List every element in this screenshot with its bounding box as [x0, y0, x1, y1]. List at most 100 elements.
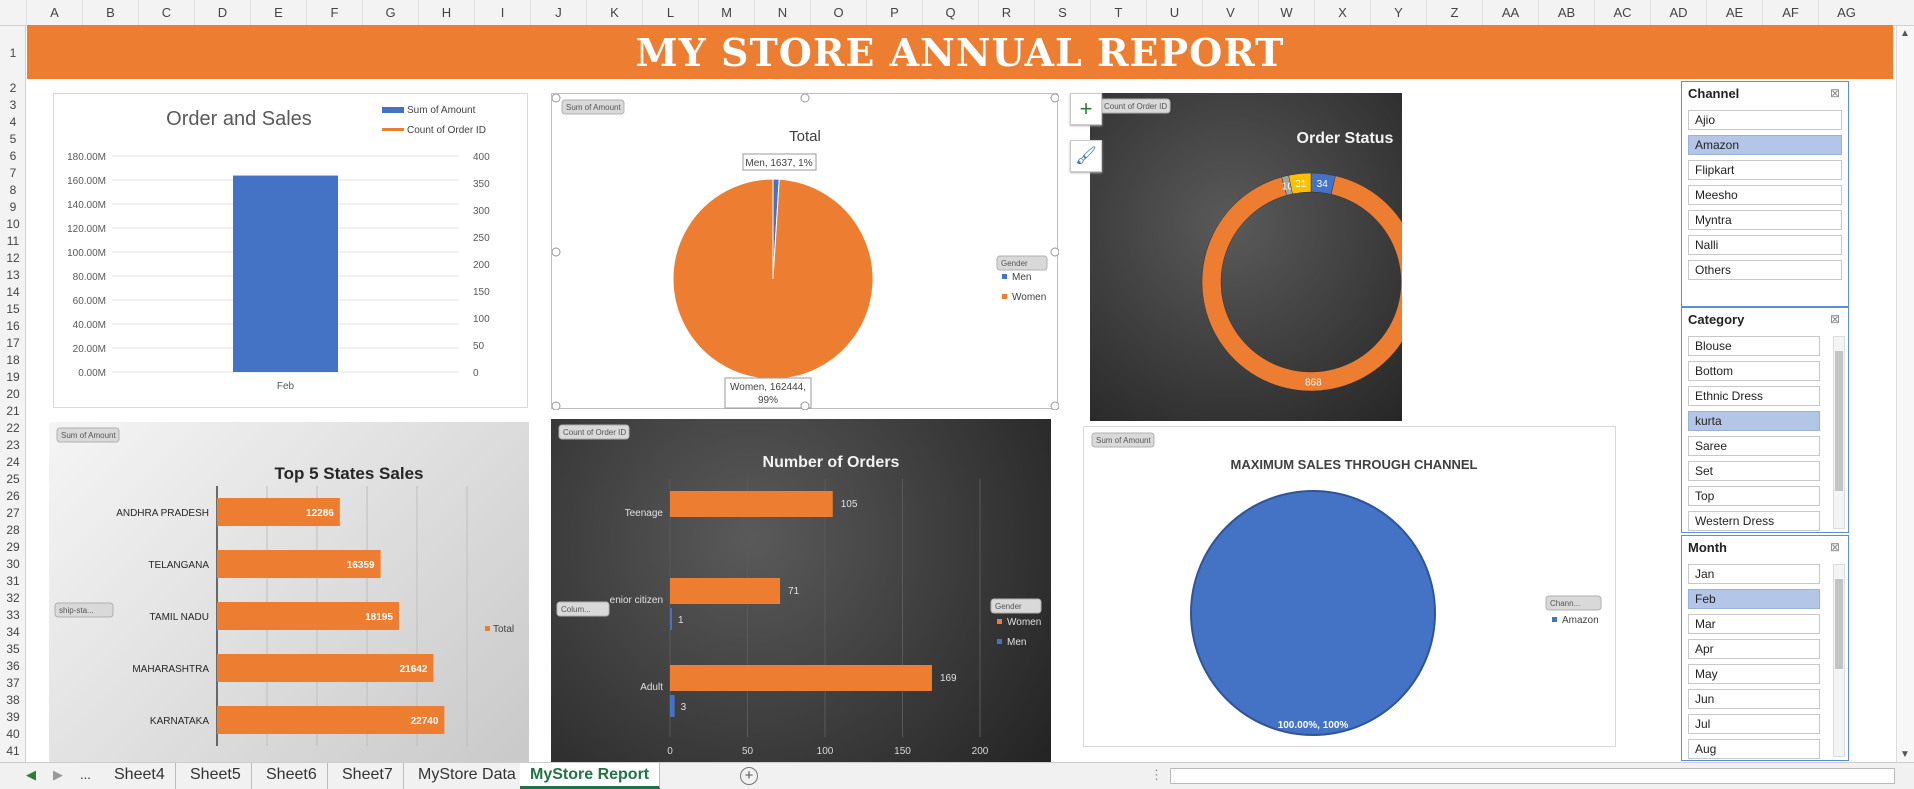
field-button-sum-of-amount[interactable]: Sum of Amount — [56, 427, 120, 443]
slicer-channel[interactable]: Channel ⊠ Ajio Amazon Flipkart Meesho Myntra Na… — [1681, 81, 1849, 307]
column-header[interactable]: Y — [1370, 0, 1426, 26]
slicer-item-apr[interactable]: Apr — [1688, 639, 1820, 659]
row-header[interactable]: 15 — [0, 301, 26, 318]
row-header[interactable]: 30 — [0, 556, 26, 573]
column-header[interactable]: G — [362, 0, 418, 26]
row-header[interactable]: 21 — [0, 403, 26, 420]
column-header[interactable]: AF — [1762, 0, 1818, 26]
row-header[interactable]: 4 — [0, 114, 26, 131]
column-header[interactable]: AB — [1538, 0, 1594, 26]
sheet-tab-sheet7[interactable]: Sheet7 — [332, 763, 404, 789]
slicer-item-jul[interactable]: Jul — [1688, 714, 1820, 734]
slicer-item-jan[interactable]: Jan — [1688, 564, 1820, 584]
column-header[interactable]: Z — [1426, 0, 1482, 26]
slicer-item-kurta[interactable]: kurta — [1688, 411, 1820, 431]
row-header[interactable]: 31 — [0, 573, 26, 590]
column-header[interactable]: P — [866, 0, 922, 26]
row-header[interactable]: 13 — [0, 267, 26, 284]
field-button-sum-of-amount[interactable]: Sum of Amount — [561, 99, 625, 115]
row-header[interactable]: 28 — [0, 522, 26, 539]
column-header[interactable]: AC — [1594, 0, 1650, 26]
column-header[interactable]: F — [306, 0, 362, 26]
row-header[interactable]: 17 — [0, 335, 26, 352]
row-header[interactable]: 40 — [0, 726, 26, 743]
scroll-up-icon[interactable]: ▲ — [1900, 28, 1910, 39]
sheet-tab-sheet4[interactable]: Sheet4 — [104, 763, 176, 789]
sheet-tab-mystore-report[interactable]: MyStore Report — [520, 763, 661, 789]
column-header[interactable]: H — [418, 0, 474, 26]
row-header[interactable]: 37 — [0, 675, 26, 692]
slicer-item-feb[interactable]: Feb — [1688, 589, 1820, 609]
slicer-item-bottom[interactable]: Bottom — [1688, 361, 1820, 381]
axis-button-ship-state[interactable]: ship-sta... — [54, 602, 114, 618]
field-button-count-of-order-id[interactable]: Count of Order ID — [558, 424, 630, 440]
row-header[interactable]: 34 — [0, 624, 26, 641]
slicer-scroll-thumb[interactable] — [1835, 351, 1843, 491]
sheet-tab-mystore-data[interactable]: MyStore Data — [408, 763, 527, 789]
horizontal-scrollbar[interactable] — [1170, 768, 1895, 784]
chart-styles-button[interactable]: 🖌 — [1070, 140, 1102, 172]
row-header[interactable]: 6 — [0, 148, 26, 165]
column-header[interactable]: K — [586, 0, 642, 26]
field-button-sum-of-amount[interactable]: Sum of Amount — [1091, 432, 1155, 448]
column-header[interactable]: N — [754, 0, 810, 26]
slicer-item-mar[interactable]: Mar — [1688, 614, 1820, 634]
row-header[interactable]: 35 — [0, 641, 26, 658]
vertical-scrollbar[interactable]: ▲ ▼ — [1896, 26, 1914, 762]
row-header[interactable]: 23 — [0, 437, 26, 454]
scroll-down-icon[interactable]: ▼ — [1900, 749, 1910, 760]
column-header[interactable]: Q — [922, 0, 978, 26]
slicer-item-others[interactable]: Others — [1688, 260, 1842, 280]
column-header[interactable]: E — [250, 0, 306, 26]
row-header[interactable]: 19 — [0, 369, 26, 386]
row-header[interactable]: 12 — [0, 250, 26, 267]
row-header[interactable]: 20 — [0, 386, 26, 403]
row-header[interactable]: 16 — [0, 318, 26, 335]
slicer-item-jun[interactable]: Jun — [1688, 689, 1820, 709]
column-header[interactable]: J — [530, 0, 586, 26]
slicer-item-set[interactable]: Set — [1688, 461, 1820, 481]
column-header[interactable]: AG — [1818, 0, 1874, 26]
column-header[interactable]: L — [642, 0, 698, 26]
clear-filter-icon[interactable]: ⊠ — [1830, 312, 1840, 326]
row-header[interactable]: 1 — [0, 26, 26, 80]
column-header[interactable]: C — [138, 0, 194, 26]
row-header[interactable]: 38 — [0, 692, 26, 709]
row-header[interactable]: 10 — [0, 216, 26, 233]
column-header[interactable]: O — [810, 0, 866, 26]
order-and-sales-chart[interactable]: Order and Sales 0.00M 20.00M 40.00M 60.00M 80… — [53, 93, 528, 408]
row-header[interactable]: 36 — [0, 658, 26, 675]
slicer-item-blouse[interactable]: Blouse — [1688, 336, 1820, 356]
slicer-scrollbar[interactable] — [1833, 336, 1845, 529]
slicer-item-amazon[interactable]: Amazon — [1688, 135, 1842, 155]
row-header[interactable]: 26 — [0, 488, 26, 505]
column-header[interactable]: S — [1034, 0, 1090, 26]
slicer-item-nalli[interactable]: Nalli — [1688, 235, 1842, 255]
column-header[interactable]: W — [1258, 0, 1314, 26]
more-tabs-button[interactable]: ... — [80, 767, 91, 782]
sheet-tab-sheet5[interactable]: Sheet5 — [180, 763, 252, 789]
slicer-scrollbar[interactable] — [1833, 564, 1845, 757]
column-header[interactable]: D — [194, 0, 250, 26]
slicer-item-ethnic-dress[interactable]: Ethnic Dress — [1688, 386, 1820, 406]
gender-pie-chart[interactable]: Sum of Amount Total Men, 1637, 1% Women, 16… — [551, 93, 1059, 410]
slicer-item-meesho[interactable]: Meesho — [1688, 185, 1842, 205]
tab-scroll-left-icon[interactable]: ◀ — [26, 767, 36, 783]
column-header[interactable]: AD — [1650, 0, 1706, 26]
row-header[interactable]: 3 — [0, 97, 26, 114]
legend-button-gender[interactable]: Gender — [990, 598, 1042, 614]
order-status-chart[interactable]: Count of Order IDOrder Status348681031St… — [1090, 93, 1402, 421]
slicer-item-flipkart[interactable]: Flipkart — [1688, 160, 1842, 180]
row-header[interactable]: 27 — [0, 505, 26, 522]
slicer-category[interactable]: Category ⊠ Blouse Bottom Ethnic Dress kurta Sa… — [1681, 307, 1849, 533]
row-header[interactable]: 14 — [0, 284, 26, 301]
row-header[interactable]: 39 — [0, 709, 26, 726]
split-handle-icon[interactable]: ⋮ — [1150, 767, 1163, 783]
column-header[interactable]: A — [26, 0, 82, 26]
row-header[interactable]: 11 — [0, 233, 26, 250]
row-header[interactable]: 25 — [0, 471, 26, 488]
slicer-item-western-dress[interactable]: Western Dress — [1688, 511, 1820, 531]
column-header[interactable]: AA — [1482, 0, 1538, 26]
slicer-item-top[interactable]: Top — [1688, 486, 1820, 506]
legend-button-gender[interactable]: Gender — [996, 255, 1048, 271]
